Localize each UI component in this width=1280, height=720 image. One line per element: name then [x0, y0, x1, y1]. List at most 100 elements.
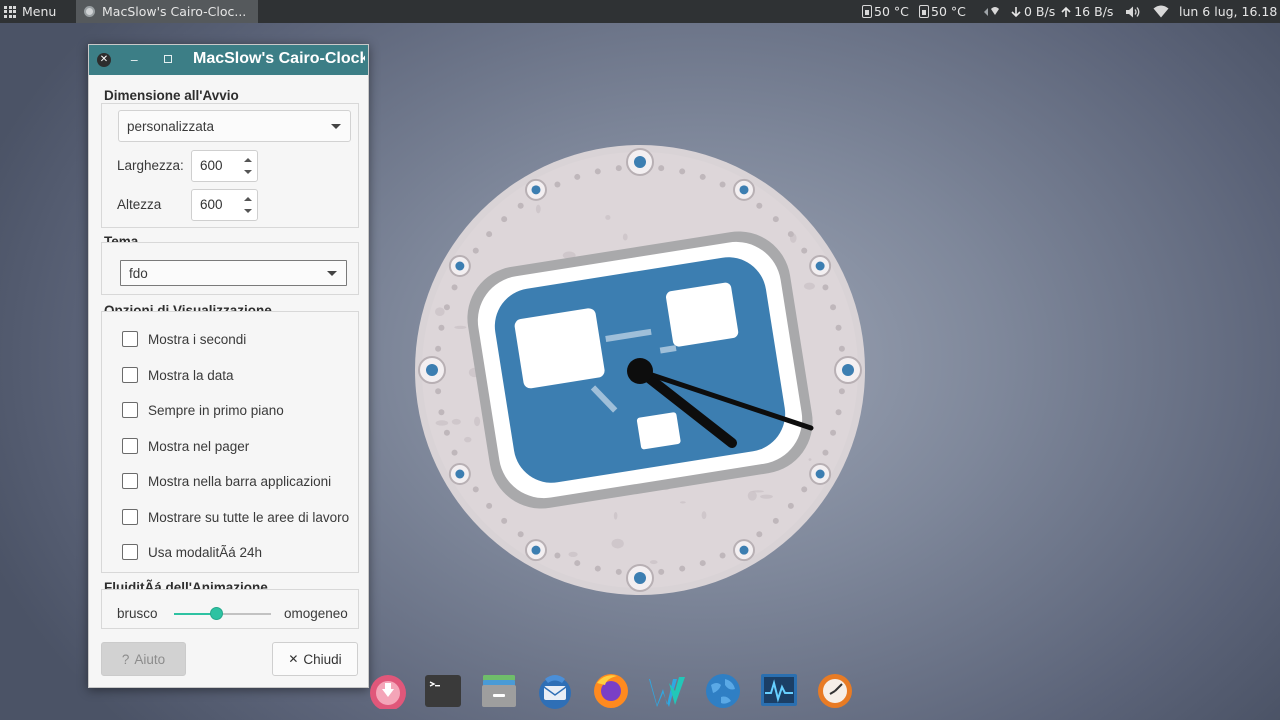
spin-up-icon[interactable] — [244, 197, 252, 201]
checkbox-box[interactable] — [122, 438, 138, 454]
checkbox-box[interactable] — [122, 544, 138, 560]
volume-button[interactable] — [1125, 0, 1141, 23]
minute-dot — [472, 486, 479, 493]
top-panel: Menu MacSlow's Cairo-Cloc... 50 °C 50 °C… — [0, 0, 1280, 23]
checkbox-label: Sempre in primo piano — [148, 402, 284, 418]
help-button[interactable]: ? Aiuto — [101, 642, 186, 676]
hour-marker-dot — [455, 469, 465, 479]
show-in-pager-checkbox[interactable]: Mostra nel pager — [122, 437, 352, 455]
minute-dot — [822, 449, 829, 456]
dock — [368, 664, 860, 720]
spin-down-icon[interactable] — [244, 209, 252, 213]
slider-handle[interactable] — [209, 607, 223, 620]
bezel-speckle — [605, 215, 611, 220]
cpu-temp-indicator-1[interactable]: 50 °C — [862, 0, 909, 23]
minute-dot — [719, 552, 726, 559]
volume-icon — [1126, 6, 1140, 17]
minute-dot — [517, 531, 524, 538]
minute-dot — [830, 429, 837, 436]
show-seconds-checkbox[interactable]: Mostra i secondi — [122, 330, 352, 348]
bezel-speckle — [622, 233, 628, 241]
preferences-window: ✕ _ MacSlow's Cairo-Clock -... Dimension… — [88, 44, 369, 688]
show-on-all-workspaces-checkbox[interactable]: Mostrare su tutte le aree di lavoro — [122, 508, 352, 526]
close-button[interactable]: ✕ Chiudi — [272, 642, 358, 676]
checkbox-box[interactable] — [122, 509, 138, 525]
checkbox-box[interactable] — [122, 473, 138, 489]
hour-marker-dot — [634, 572, 646, 584]
bezel-speckle — [649, 560, 658, 565]
window-titlebar[interactable]: ✕ _ MacSlow's Cairo-Clock -... — [89, 45, 368, 75]
slider-max-label: omogeneo — [284, 606, 348, 621]
code-editor-icon[interactable] — [647, 669, 687, 709]
minute-dot — [574, 173, 581, 180]
wifi-button[interactable] — [1153, 0, 1169, 23]
minute-dot — [822, 284, 829, 291]
minute-dot — [594, 565, 601, 572]
window-title: MacSlow's Cairo-Clock -... — [193, 50, 365, 67]
clock-applet[interactable]: lun 6 lug, 16.18 — [1179, 0, 1277, 23]
minute-dot — [835, 409, 842, 416]
checkbox-label: Mostra i secondi — [148, 331, 247, 347]
mail-client-icon[interactable] — [535, 669, 575, 709]
checkbox-label: Usa modalitÃá 24h — [148, 544, 263, 560]
window-minimize-button[interactable]: _ — [131, 47, 138, 62]
minute-dot — [719, 181, 726, 188]
minute-dot — [699, 173, 706, 180]
menu-button[interactable]: Menu — [4, 0, 56, 23]
hour-marker-dot — [815, 469, 825, 479]
file-manager-icon[interactable] — [479, 669, 519, 709]
minimize-icon: _ — [131, 47, 138, 62]
minute-dot — [443, 304, 450, 311]
minute-dot — [615, 568, 622, 575]
cpu-temp-2: 50 °C — [931, 4, 966, 19]
bezel-speckle — [611, 538, 624, 549]
animation-slider[interactable] — [174, 607, 271, 620]
theme-combo[interactable]: fdo — [120, 260, 347, 286]
height-spinbutton[interactable]: 600 — [191, 189, 258, 221]
bezel-speckle — [613, 511, 618, 520]
minute-dot — [699, 560, 706, 567]
window-maximize-button[interactable] — [164, 55, 172, 63]
network-icon — [984, 6, 999, 16]
show-in-taskbar-checkbox[interactable]: Mostra nella barra applicazioni — [122, 472, 352, 490]
downloader-icon[interactable] — [368, 669, 408, 709]
hour-marker-dot — [455, 261, 465, 271]
minute-dot — [443, 429, 450, 436]
hour-marker-dot — [739, 185, 749, 195]
cpu-temp-indicator-2[interactable]: 50 °C — [919, 0, 966, 23]
minute-dot — [486, 502, 493, 509]
bezel-speckle — [454, 325, 467, 329]
show-date-checkbox[interactable]: Mostra la data — [122, 366, 352, 384]
minute-dot — [438, 324, 445, 331]
clock-app-icon[interactable] — [815, 669, 855, 709]
minute-dot — [679, 565, 686, 572]
startup-size-preset-combo[interactable]: personalizzata — [118, 110, 351, 142]
system-monitor-icon[interactable] — [759, 669, 799, 709]
close-icon: ✕ — [288, 652, 299, 666]
hour-marker-dot — [531, 185, 541, 195]
checkbox-box[interactable] — [122, 331, 138, 347]
hour-marker-dot — [739, 545, 749, 555]
cairo-clock[interactable] — [415, 145, 865, 595]
thermometer-icon — [862, 5, 872, 18]
minute-dot — [679, 168, 686, 175]
network-speed-indicator[interactable]: 0 B/s 16 B/s — [982, 0, 1113, 23]
minute-dot — [801, 486, 808, 493]
height-label: Altezza — [117, 197, 162, 212]
spin-up-icon[interactable] — [244, 158, 252, 162]
web-browser-icon[interactable] — [703, 669, 743, 709]
bezel-speckle — [435, 420, 449, 426]
firefox-icon[interactable] — [591, 669, 631, 709]
checkbox-box[interactable] — [122, 402, 138, 418]
hour-marker-dot — [426, 364, 438, 376]
width-spinbutton[interactable]: 600 — [191, 150, 258, 182]
taskbar-item-cairo-clock[interactable]: MacSlow's Cairo-Cloc... — [76, 0, 258, 23]
spin-down-icon[interactable] — [244, 170, 252, 174]
checkbox-box[interactable] — [122, 367, 138, 383]
use-24h-checkbox[interactable]: Usa modalitÃá 24h — [122, 543, 352, 561]
bezel-speckle — [464, 436, 472, 443]
net-down-speed: 0 B/s — [1024, 4, 1056, 19]
always-on-top-checkbox[interactable]: Sempre in primo piano — [122, 401, 352, 419]
terminal-icon[interactable] — [423, 669, 463, 709]
window-close-button[interactable]: ✕ — [97, 53, 111, 67]
